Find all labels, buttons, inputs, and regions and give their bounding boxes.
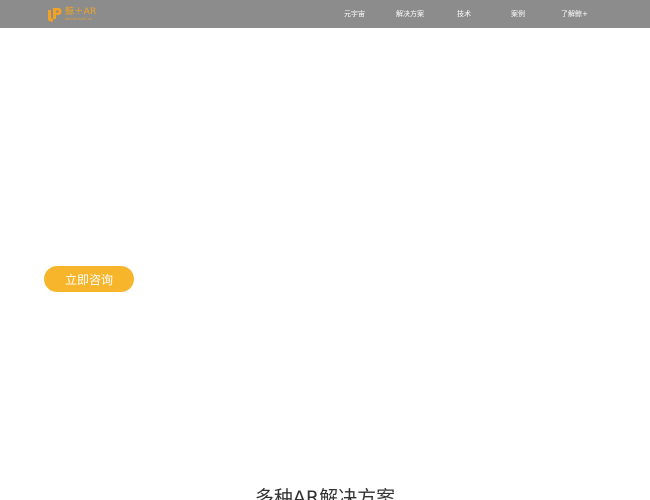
top-navigation-bar: 鲸＋AR WHALE PLUS AR 元宇宙 解决方案 技术 案例 了解鲸+ [0,0,650,28]
nav-item-metaverse[interactable]: 元宇宙 [344,9,365,19]
brand-logo[interactable]: 鲸＋AR WHALE PLUS AR [47,5,97,23]
page: 鲸＋AR WHALE PLUS AR 元宇宙 解决方案 技术 案例 了解鲸+ 立… [0,0,650,500]
consult-now-button[interactable]: 立即咨询 [44,266,134,292]
logo-name: 鲸＋AR [65,6,97,17]
nav-item-about[interactable]: 了解鲸+ [561,9,588,19]
nav-item-technology[interactable]: 技术 [457,9,471,19]
logo-mark-icon [47,7,62,22]
logo-subtitle: WHALE PLUS AR [65,16,92,21]
nav-item-cases[interactable]: 案例 [511,9,525,19]
nav-item-solutions[interactable]: 解决方案 [396,9,424,19]
section-title: 多种AR解决方案 [254,487,396,500]
